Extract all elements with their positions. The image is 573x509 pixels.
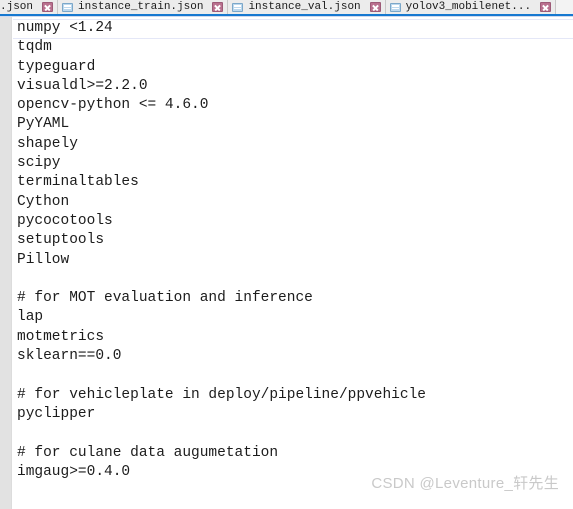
code-line: # for MOT evaluation and inference: [17, 290, 313, 307]
code-line: typeguard: [17, 58, 96, 75]
code-line: pycocotools: [17, 212, 113, 229]
csdn-watermark: CSDN @Leventure_轩先生: [371, 475, 559, 492]
editor-window: .json instance_train.json instance_val.jso…: [0, 0, 573, 509]
editor-tab[interactable]: instance_val.json: [228, 0, 386, 14]
editor-tab-label: yolov3_mobilenet...: [405, 1, 532, 13]
code-line: tqdm: [17, 39, 52, 56]
code-line: shapely: [17, 135, 78, 152]
code-line: scipy: [17, 155, 61, 172]
editor-tab[interactable]: instance_train.json: [58, 0, 229, 14]
code-line: motmetrics: [17, 328, 105, 345]
code-line: opencv-python <= 4.6.0: [17, 97, 209, 114]
code-line: PyYAML: [17, 116, 70, 133]
editor-tab[interactable]: yolov3_mobilenet...: [385, 0, 557, 14]
close-icon[interactable]: [42, 2, 54, 12]
editor-tab-label: instance_val.json: [248, 1, 361, 13]
editor-tab[interactable]: .json: [0, 0, 59, 14]
code-line: visualdl>=2.2.0: [17, 77, 148, 94]
editor-area[interactable]: numpy <1.24 tqdm typeguard visualdl>=2.2.0 o…: [0, 17, 573, 509]
code-line: sklearn==0.0: [17, 348, 122, 365]
editor-gutter: [0, 17, 12, 509]
file-yaml-icon: [389, 2, 401, 12]
editor-code-content[interactable]: numpy <1.24 tqdm typeguard visualdl>=2.2.0 o…: [17, 17, 573, 509]
editor-tab-bar: .json instance_train.json instance_val.jso…: [0, 0, 573, 14]
code-line: # for vehicleplate in deploy/pipeline/pp…: [17, 386, 426, 403]
code-line: Cython: [17, 193, 70, 210]
editor-tab-label: instance_train.json: [78, 1, 204, 13]
code-line: pyclipper: [17, 405, 96, 422]
code-line: # for culane data augumetation: [17, 444, 279, 461]
code-line: numpy <1.24: [17, 20, 113, 36]
code-line: setuptools: [17, 232, 105, 249]
close-icon[interactable]: [369, 2, 381, 12]
editor-tab-label: .json: [0, 1, 34, 13]
code-line: terminaltables: [17, 174, 139, 191]
close-icon[interactable]: [212, 2, 224, 12]
close-icon[interactable]: [540, 2, 552, 12]
code-line: Pillow: [17, 251, 70, 268]
file-json-icon: [62, 2, 74, 12]
code-line: lap: [17, 309, 44, 326]
file-json-icon: [232, 2, 244, 12]
